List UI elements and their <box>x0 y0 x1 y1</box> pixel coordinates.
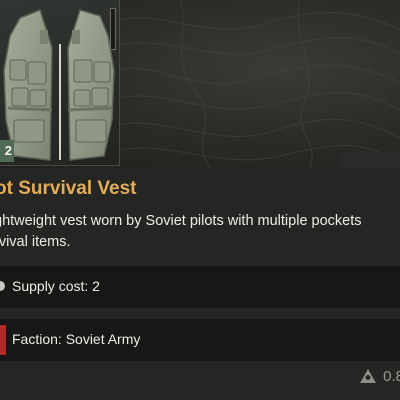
item-header: 2 <box>0 0 400 168</box>
faction-row: Faction: Soviet Army <box>0 319 400 361</box>
item-thumbnail[interactable]: 2 <box>0 0 120 166</box>
weight-stat: 0.8 <box>359 367 400 385</box>
faction-flag-icon <box>0 325 6 355</box>
item-tooltip: 2 ot Survival Vest ghtweight vest worn b… <box>0 0 400 400</box>
supply-cost-row: Supply cost: 2 <box>0 266 400 308</box>
faction-label: Faction: Soviet Army <box>12 331 141 347</box>
item-description: ghtweight vest worn by Soviet pilots wit… <box>0 211 400 253</box>
supply-icon <box>0 281 5 291</box>
item-count-badge: 2 <box>0 140 14 162</box>
vest-icon <box>3 9 115 161</box>
description-line-1: ghtweight vest worn by Soviet pilots wit… <box>0 213 362 229</box>
supply-cost-label: Supply cost: 2 <box>12 278 100 294</box>
topographic-background <box>120 0 400 168</box>
weight-icon <box>360 369 377 383</box>
header-edge-panel <box>340 152 400 168</box>
weight-value: 0.8 <box>383 367 400 385</box>
description-line-2: rvival items. <box>0 234 71 250</box>
thumbnail-scroll-indicator[interactable] <box>110 8 116 50</box>
item-title: ot Survival Vest <box>0 178 137 199</box>
